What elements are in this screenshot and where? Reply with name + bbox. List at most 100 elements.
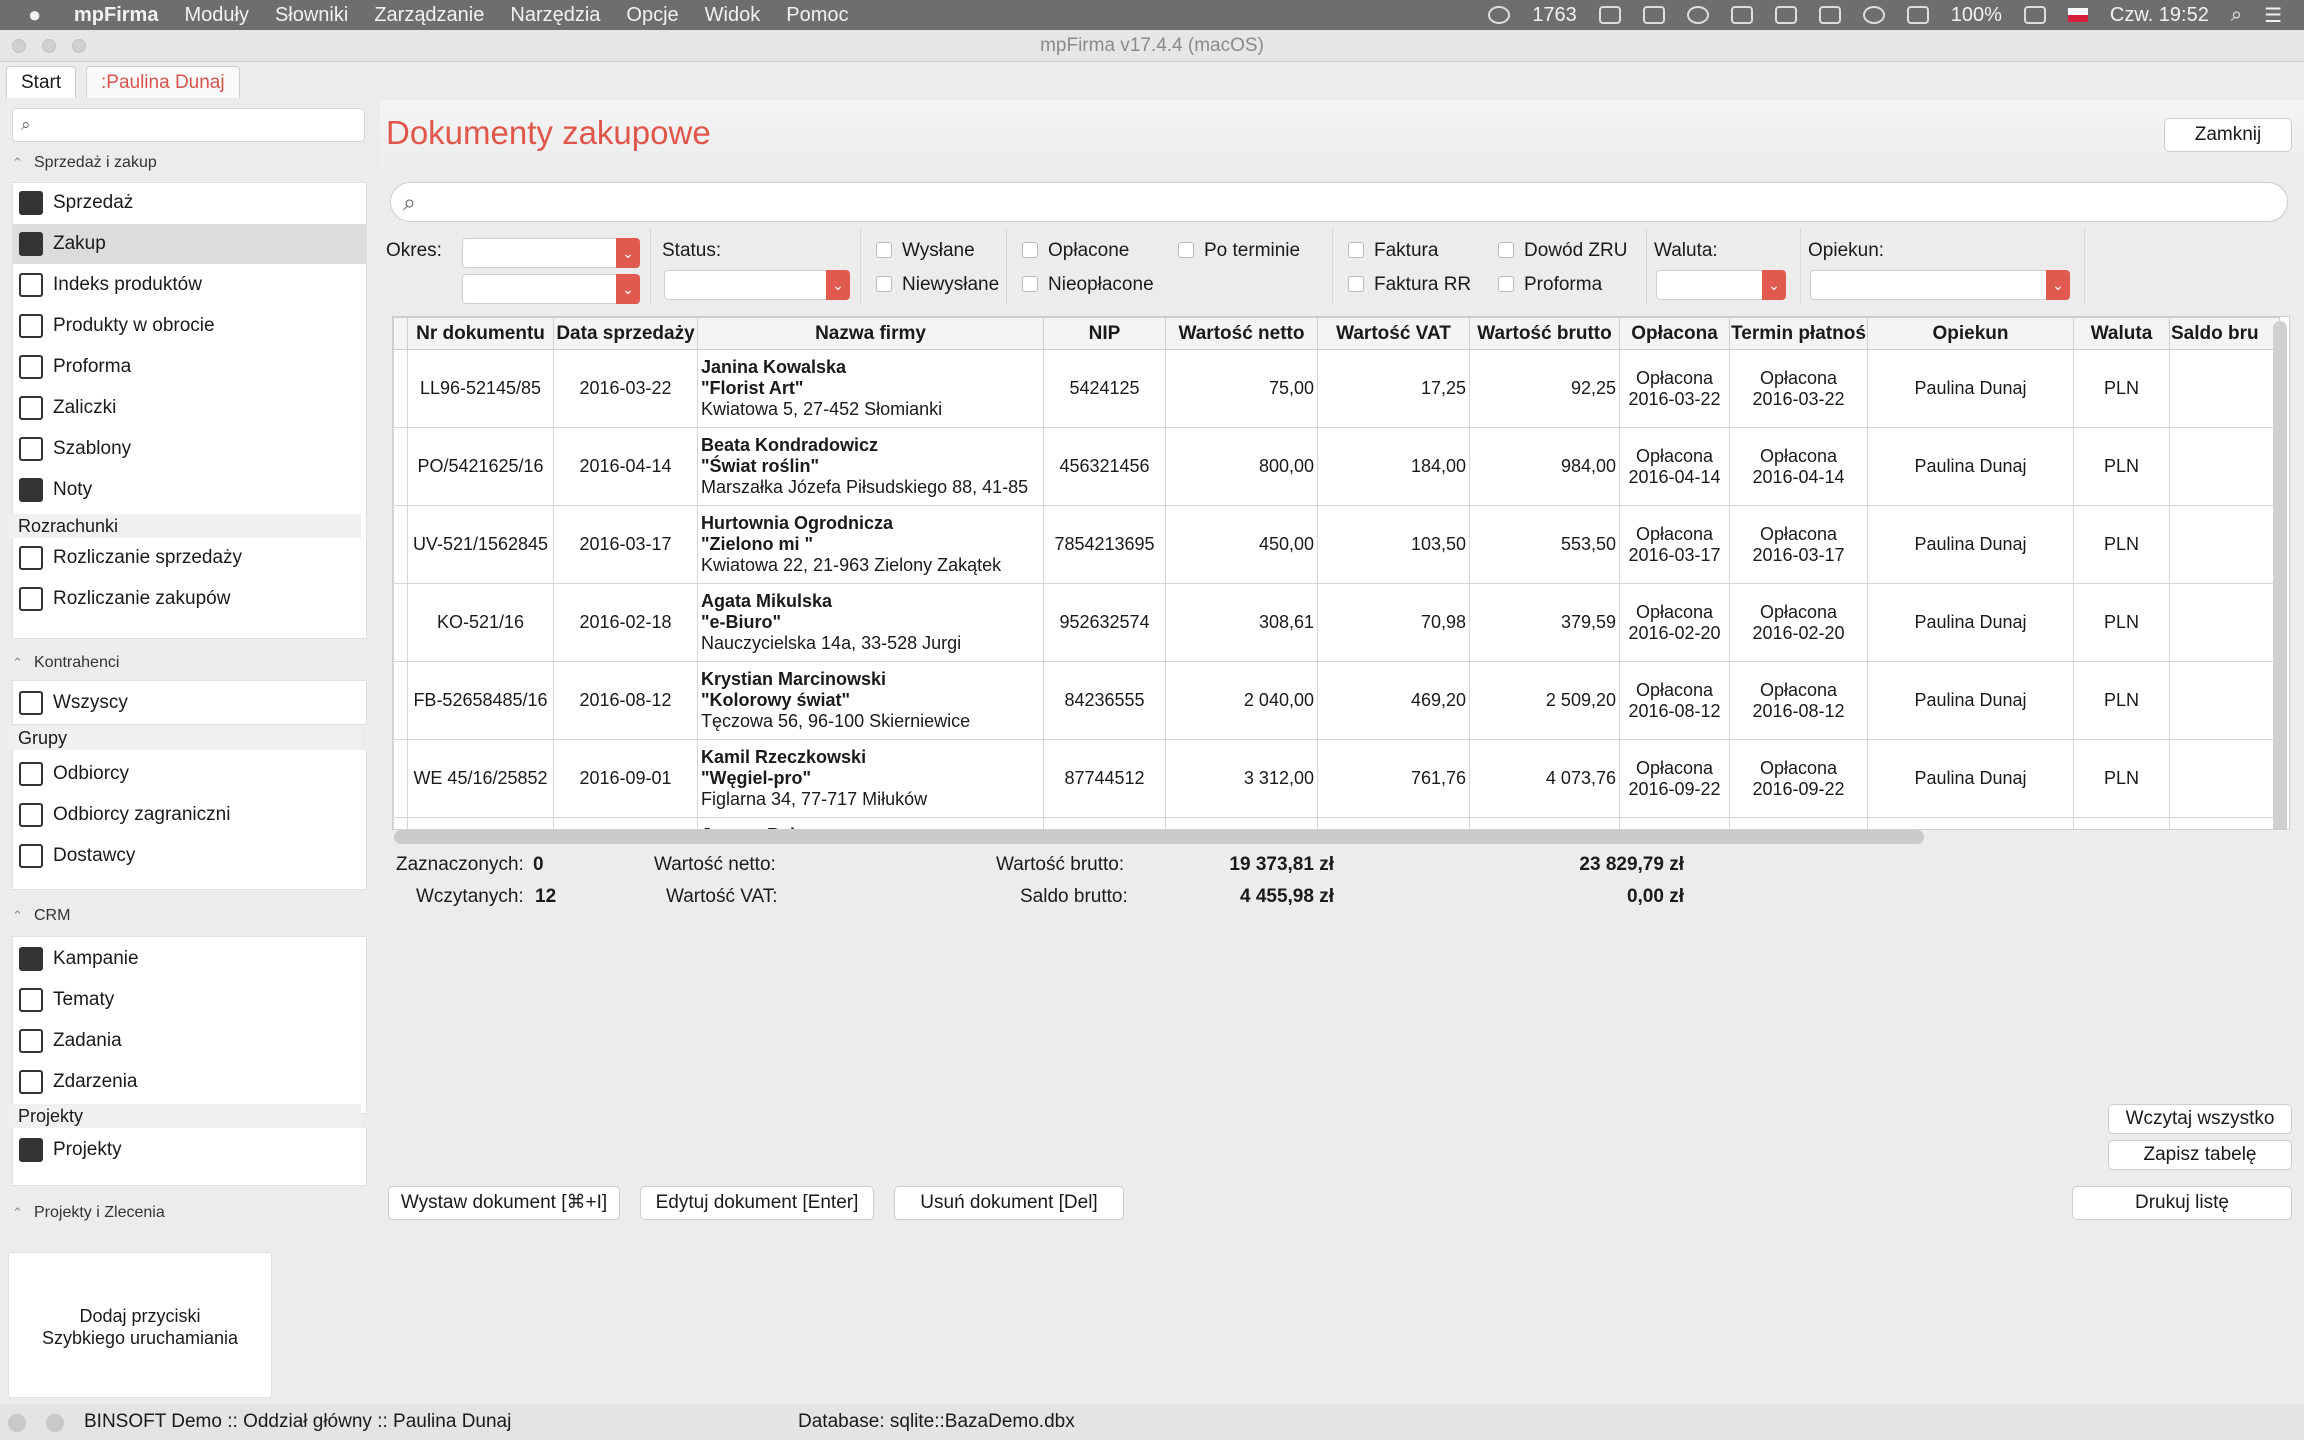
quick-launch-add-button[interactable]: Dodaj przyciski Szybkiego uruchamiania — [8, 1252, 272, 1398]
delete-document-button[interactable]: Usuń dokument [Del] — [894, 1186, 1124, 1220]
sidebar-item-kampanie[interactable]: Kampanie — [13, 939, 366, 979]
sidebar-item-indeks[interactable]: Indeks produktów — [13, 265, 366, 305]
keeper-select[interactable]: ⌄ — [1810, 270, 2070, 300]
column-header-vat[interactable]: Wartość VAT — [1317, 317, 1470, 350]
unpaid-checkbox[interactable]: Nieopłacone — [1022, 274, 1154, 296]
sidebar-item-tematy[interactable]: Tematy — [13, 980, 366, 1020]
column-header-gross[interactable]: Wartość brutto — [1469, 317, 1620, 350]
close-button[interactable]: Zamknij — [2164, 118, 2292, 152]
invoice-checkbox[interactable]: Faktura — [1348, 240, 1438, 262]
table-row[interactable]: FB-52658485/16 2016-08-12 Krystian Marcino… — [393, 661, 2280, 740]
column-header-nip[interactable]: NIP — [1043, 317, 1166, 350]
period-from-select[interactable]: ⌄ — [462, 238, 640, 268]
zoom-window-button[interactable] — [72, 39, 86, 53]
gear-icon[interactable] — [1774, 6, 1797, 24]
status-select[interactable]: ⌄ — [664, 270, 850, 300]
section-contractors-header[interactable]: ⌃ Kontrahenci — [12, 654, 119, 672]
table-row[interactable]: LL96-52145/85 2016-03-22 Janina Kowalska "F… — [393, 349, 2280, 428]
battery-icon[interactable] — [2023, 6, 2046, 24]
menu-moduly[interactable]: Moduły — [184, 4, 248, 27]
invoice-rr-checkbox[interactable]: Faktura RR — [1348, 274, 1471, 296]
table-row[interactable]: WE 45/16/25852 2016-09-01 Kamil Rzeczkowsk… — [393, 739, 2280, 818]
sidebar-item-odbiorcy[interactable]: Odbiorcy — [13, 754, 366, 794]
item-label: Sprzedaż — [53, 192, 134, 213]
menu-narzedzia[interactable]: Narzędzia — [510, 4, 600, 27]
cell-text: 184,00 — [1410, 456, 1466, 476]
menu-opcje[interactable]: Opcje — [626, 4, 678, 27]
column-header-net[interactable]: Wartość netto — [1165, 317, 1318, 350]
minimize-window-button[interactable] — [42, 39, 56, 53]
menu-slowniki[interactable]: Słowniki — [275, 4, 348, 27]
sidebar-item-szablony[interactable]: Szablony — [13, 429, 366, 469]
column-header-nr[interactable]: Nr dokumentu — [407, 317, 554, 350]
airplay-icon[interactable] — [1906, 6, 1929, 24]
section-crm-header[interactable]: ⌃ CRM — [12, 907, 70, 925]
column-header-paid[interactable]: Opłacona — [1619, 317, 1730, 350]
column-header-currency[interactable]: Waluta — [2073, 317, 2170, 350]
zru-checkbox[interactable]: Dowód ZRU — [1498, 240, 1627, 262]
column-header-balance[interactable]: Saldo bru — [2169, 317, 2280, 350]
drive-icon[interactable] — [1642, 6, 1665, 24]
spotlight-search-icon[interactable]: ⌕ — [2231, 4, 2242, 27]
sidebar-item-produkty[interactable]: Produkty w obrocie — [13, 306, 366, 346]
sidebar-item-zdarzenia[interactable]: Zdarzenia — [13, 1062, 366, 1102]
tab-user[interactable]: :Paulina Dunaj — [86, 66, 240, 98]
wifi-icon[interactable] — [1862, 6, 1885, 24]
menu-pomoc[interactable]: Pomoc — [786, 4, 848, 27]
table-row[interactable]: op741/15/12/162016-11-02Janusz Bąk"Hurt-… — [393, 817, 2280, 829]
proforma-checkbox[interactable]: Proforma — [1498, 274, 1602, 296]
input-source-flag-icon[interactable] — [2067, 8, 2088, 22]
load-all-button[interactable]: Wczytaj wszystko — [2108, 1104, 2292, 1134]
notification-center-icon[interactable]: ☰ — [2264, 3, 2282, 28]
table-row[interactable]: KO-521/16 2016-02-18 Agata Mikulska "e-Biur… — [393, 583, 2280, 662]
vertical-scrollbar[interactable] — [2273, 321, 2287, 829]
sidebar-item-noty[interactable]: Noty — [13, 470, 366, 510]
keyboard-icon[interactable] — [1818, 6, 1841, 24]
column-header-keeper[interactable]: Opiekun — [1867, 317, 2074, 350]
sidebar-item-sprzedaz[interactable]: Sprzedaż — [13, 183, 366, 223]
print-list-button[interactable]: Drukuj listę — [2072, 1186, 2292, 1220]
sidebar-item-zadania[interactable]: Zadania — [13, 1021, 366, 1061]
sidebar-item-rozliczanie-zakupow[interactable]: Rozliczanie zakupów — [13, 579, 366, 619]
sidebar-item-proforma[interactable]: Proforma — [13, 347, 366, 387]
section-sales-header[interactable]: ⌃ Sprzedaż i zakup — [12, 154, 157, 172]
overdue-checkbox[interactable]: Po terminie — [1178, 240, 1300, 262]
menu-zarzadzanie[interactable]: Zarządzanie — [374, 4, 484, 27]
save-table-button[interactable]: Zapisz tabelę — [2108, 1140, 2292, 1170]
column-header-select[interactable] — [393, 317, 408, 350]
main-search-input[interactable]: ⌕ — [390, 182, 2288, 222]
sidebar-item-projekty[interactable]: Projekty — [13, 1130, 366, 1170]
apple-menu-icon[interactable]: ● — [28, 2, 64, 28]
column-header-date[interactable]: Data sprzedaży — [553, 317, 698, 350]
tab-start[interactable]: Start — [6, 66, 77, 98]
status-app-icon[interactable] — [1488, 6, 1511, 24]
new-document-button[interactable]: Wystaw dokument [⌘+I] — [388, 1186, 620, 1220]
creative-cloud-icon[interactable] — [1686, 6, 1709, 24]
section-projects-header[interactable]: ⌃ Projekty i Zlecenia — [12, 1204, 165, 1222]
sidebar-item-odbiorcy-zagraniczni[interactable]: Odbiorcy zagraniczni — [13, 795, 366, 835]
cloud-icon[interactable] — [1598, 6, 1621, 24]
sidebar-item-zaliczki[interactable]: Zaliczki — [13, 388, 366, 428]
paid-checkbox[interactable]: Opłacone — [1022, 240, 1129, 262]
app-menu[interactable]: mpFirma — [74, 4, 158, 27]
sent-checkbox[interactable]: Wysłane — [876, 240, 975, 262]
display-icon[interactable] — [1730, 6, 1753, 24]
sidebar-item-dostawcy[interactable]: Dostawcy — [13, 836, 366, 876]
period-to-select[interactable]: ⌄ — [462, 274, 640, 304]
edit-document-button[interactable]: Edytuj dokument [Enter] — [640, 1186, 874, 1220]
sidebar-item-zakup[interactable]: Zakup — [13, 224, 366, 264]
cell-term: Opłacona 2016-04-14 — [1729, 427, 1868, 506]
table-row[interactable]: UV-521/1562845 2016-03-17 Hurtownia Ogrodn… — [393, 505, 2280, 584]
column-header-term[interactable]: Termin płatnoś — [1729, 317, 1868, 350]
table-row[interactable]: PO/5421625/16 2016-04-14 Beata Kondradowic… — [393, 427, 2280, 506]
sidebar-item-wszyscy[interactable]: Wszyscy — [13, 683, 366, 723]
menu-widok[interactable]: Widok — [705, 4, 761, 27]
clock[interactable]: Czw. 19:52 — [2110, 4, 2209, 27]
horizontal-scrollbar[interactable] — [394, 830, 1924, 844]
column-header-firm[interactable]: Nazwa firmy — [697, 317, 1044, 350]
close-window-button[interactable] — [12, 39, 26, 53]
sidebar-search-input[interactable]: ⌕ — [12, 108, 365, 142]
sidebar-item-rozliczanie-sprzedazy[interactable]: Rozliczanie sprzedaży — [13, 538, 366, 578]
not-sent-checkbox[interactable]: Niewysłane — [876, 274, 999, 296]
currency-select[interactable]: ⌄ — [1656, 270, 1786, 300]
